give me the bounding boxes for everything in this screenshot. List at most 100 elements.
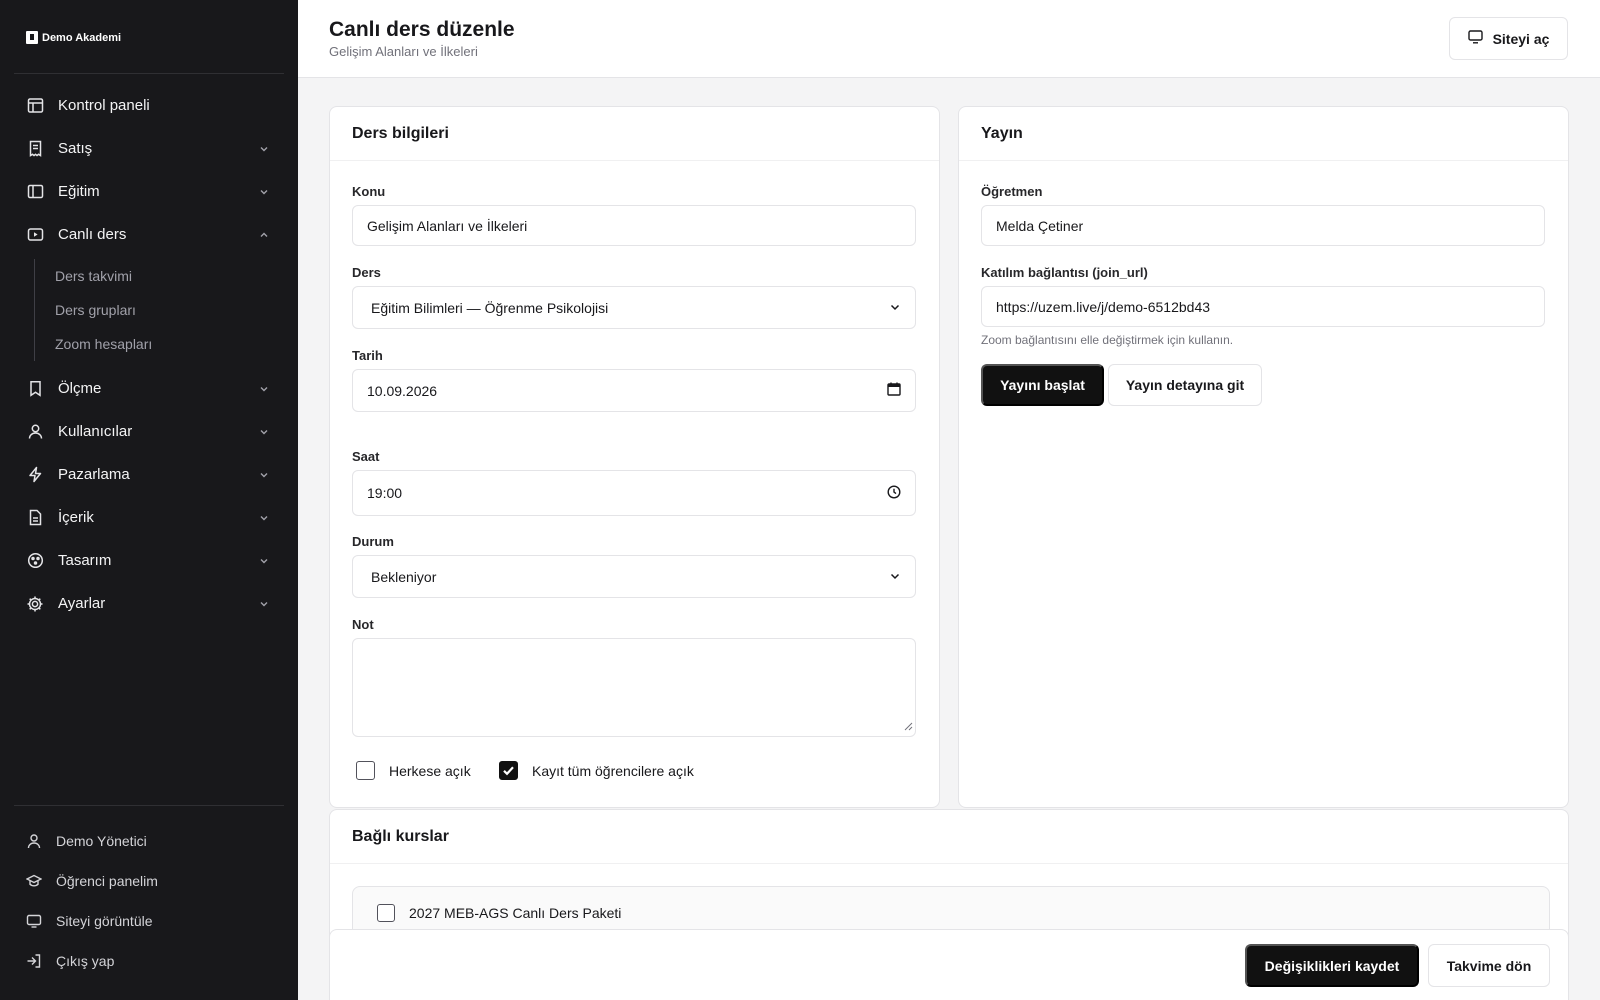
enroll-checkbox-row[interactable]: Kayıt tüm öğrencilere açık	[499, 761, 694, 780]
join-url-hint: Zoom bağlantısını elle değiştirmek için …	[981, 333, 1234, 347]
card-title: Yayın	[959, 107, 1568, 161]
sidebar-item-label: Öğrenci panelim	[56, 873, 158, 889]
page-subtitle: Gelişim Alanları ve İlkeleri	[329, 44, 478, 59]
sidebar-item-marketing[interactable]: Pazarlama	[14, 453, 284, 496]
chevron-down-icon	[889, 569, 901, 585]
palette-icon	[26, 552, 44, 570]
course-label: Ders	[352, 265, 381, 280]
chevron-down-icon	[258, 469, 270, 481]
chevron-down-icon	[258, 143, 270, 155]
checkmark-icon	[503, 766, 514, 776]
time-input[interactable]: 19:00	[352, 470, 916, 516]
enroll-label: Kayıt tüm öğrencilere açık	[532, 762, 694, 779]
card-title: Bağlı kurslar	[330, 810, 1568, 864]
status-value: Bekleniyor	[371, 568, 437, 585]
course-list-item[interactable]: 2027 MEB-AGS Canlı Ders Paketi	[377, 904, 621, 922]
teacher-input[interactable]: Melda Çetiner	[981, 205, 1545, 246]
lightning-icon	[26, 466, 44, 484]
start-broadcast-button[interactable]: Yayını başlat	[981, 364, 1104, 406]
calendar-icon[interactable]	[887, 382, 901, 399]
sidebar-item-live-lesson[interactable]: Canlı ders	[14, 213, 284, 256]
sidebar-item-users[interactable]: Kullanıcılar	[14, 410, 284, 453]
logout-icon	[26, 953, 42, 969]
sidebar-item-label: Kullanıcılar	[58, 423, 133, 440]
file-icon	[26, 509, 44, 527]
sidebar-item-content[interactable]: İçerik	[14, 496, 284, 539]
sidebar-subitem-lesson-calendar[interactable]: Ders takvimi	[55, 259, 284, 293]
sidebar-item-view-site[interactable]: Siteyi görüntüle	[14, 901, 284, 941]
status-select[interactable]: Bekleniyor	[352, 555, 916, 598]
sidebar-item-label: Eğitim	[58, 183, 100, 200]
chevron-down-icon	[889, 300, 901, 316]
book-icon	[26, 183, 44, 201]
sidebar-item-label: Pazarlama	[58, 466, 130, 483]
broadcast-card: Yayın Öğretmen Melda Çetiner Katılım bağ…	[958, 106, 1569, 808]
clock-icon[interactable]	[887, 484, 901, 502]
sidebar-item-sales[interactable]: Satış	[14, 127, 284, 170]
live-lesson-subnav: Ders takvimi Ders grupları Zoom hesaplar…	[34, 259, 284, 361]
resize-handle-icon[interactable]	[903, 718, 913, 734]
sidebar-item-education[interactable]: Eğitim	[14, 170, 284, 213]
sidebar-item-settings[interactable]: Ayarlar	[14, 582, 284, 625]
sidebar-item-label: Canlı ders	[58, 226, 127, 243]
sidebar-bottom-nav: Demo Yönetici Öğrenci panelim Siteyi gör…	[14, 821, 284, 981]
note-textarea[interactable]	[352, 638, 916, 737]
topic-input[interactable]: Gelişim Alanları ve İlkeleri	[352, 205, 916, 246]
gear-icon	[26, 595, 44, 613]
sidebar-item-profile[interactable]: Demo Yönetici	[14, 821, 284, 861]
sidebar-item-label: Demo Yönetici	[56, 833, 147, 849]
join-url-input[interactable]: https://uzem.live/j/demo-6512bd43	[981, 286, 1545, 327]
note-label: Not	[352, 617, 374, 632]
dashboard-icon	[26, 97, 44, 115]
sidebar-item-assessment[interactable]: Ölçme	[14, 367, 284, 410]
date-input[interactable]: 10.09.2026	[352, 369, 916, 412]
sidebar-nav: Kontrol paneli Satış Eğitim Canlı ders D…	[14, 84, 284, 625]
teacher-label: Öğretmen	[981, 184, 1043, 199]
sidebar-divider	[14, 805, 284, 806]
chevron-down-icon	[258, 598, 270, 610]
sidebar-item-student-panel[interactable]: Öğrenci panelim	[14, 861, 284, 901]
sidebar-item-label: Siteyi görüntüle	[56, 913, 153, 929]
graduation-cap-icon	[26, 873, 42, 889]
sidebar-item-label: Tasarım	[58, 552, 112, 569]
chevron-down-icon	[258, 186, 270, 198]
user-icon	[26, 833, 42, 849]
page-title: Canlı ders düzenle	[329, 18, 515, 41]
teacher-value: Melda Çetiner	[996, 217, 1084, 234]
enroll-checkbox[interactable]	[499, 761, 518, 780]
save-changes-button[interactable]: Değişiklikleri kaydet	[1245, 944, 1419, 987]
monitor-icon	[1467, 30, 1483, 47]
video-icon	[26, 226, 44, 244]
sidebar-item-dashboard[interactable]: Kontrol paneli	[14, 84, 284, 127]
sidebar-subitem-zoom-accounts[interactable]: Zoom hesapları	[55, 327, 284, 361]
topic-label: Konu	[352, 184, 386, 199]
open-site-button[interactable]: Siteyi aç	[1449, 17, 1568, 60]
course-checkbox[interactable]	[377, 904, 395, 922]
sidebar-item-label: Çıkış yap	[56, 953, 115, 969]
sidebar-item-label: Kontrol paneli	[58, 97, 150, 114]
course-select[interactable]: Eğitim Bilimleri — Öğrenme Psikolojisi	[352, 286, 916, 329]
brand[interactable]: Demo Akademi	[26, 31, 121, 44]
sidebar-item-design[interactable]: Tasarım	[14, 539, 284, 582]
join-url-value: https://uzem.live/j/demo-6512bd43	[996, 298, 1211, 315]
sidebar-divider	[14, 73, 284, 74]
chevron-up-icon	[258, 229, 270, 241]
broadcast-detail-button[interactable]: Yayın detayına git	[1108, 364, 1262, 406]
chevron-down-icon	[258, 383, 270, 395]
sidebar-item-label: İçerik	[58, 509, 94, 526]
page-header: Canlı ders düzenle Gelişim Alanları ve İ…	[298, 0, 1600, 78]
public-label: Herkese açık	[389, 762, 471, 779]
back-to-calendar-button[interactable]: Takvime dön	[1428, 944, 1550, 987]
time-label: Saat	[352, 449, 380, 464]
brand-logo-icon	[26, 31, 38, 44]
sidebar-item-logout[interactable]: Çıkış yap	[14, 941, 284, 981]
status-label: Durum	[352, 534, 394, 549]
sidebar-item-label: Satış	[58, 140, 93, 157]
time-value: 19:00	[367, 485, 403, 501]
date-value: 10.09.2026	[367, 382, 438, 399]
public-checkbox[interactable]	[356, 761, 375, 780]
public-checkbox-row[interactable]: Herkese açık	[356, 761, 471, 780]
monitor-icon	[26, 913, 42, 929]
sidebar-subitem-lesson-groups[interactable]: Ders grupları	[55, 293, 284, 327]
course-label: 2027 MEB-AGS Canlı Ders Paketi	[409, 905, 622, 921]
